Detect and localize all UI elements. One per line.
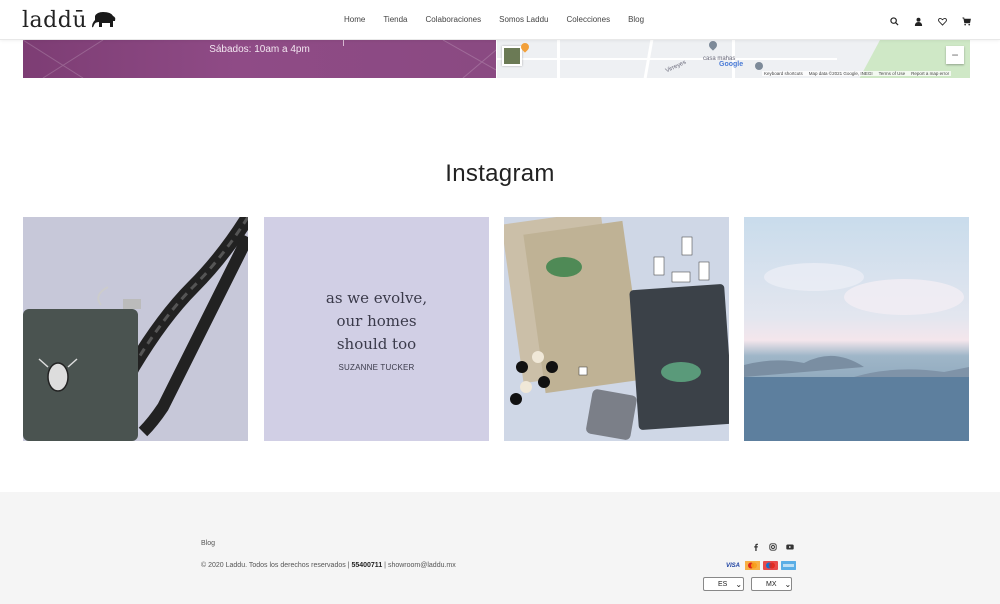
cart-icon[interactable] <box>962 13 972 26</box>
quote-line: as we evolve, <box>325 289 428 307</box>
separator: | <box>384 562 386 569</box>
nav-tienda[interactable]: Tienda <box>383 15 407 24</box>
currency-value: MX <box>766 580 777 588</box>
elephant-logo-icon <box>92 12 116 28</box>
mastercard-icon <box>745 561 760 570</box>
nav-blog[interactable]: Blog <box>628 15 644 24</box>
visa-icon: VISA <box>725 562 740 569</box>
locale-selectors: ES ⌄ MX ⌄ <box>703 577 792 591</box>
quote-author: SUZANNE TUCKER <box>338 363 415 372</box>
map-road <box>497 58 837 60</box>
logo[interactable]: laddū <box>22 7 117 33</box>
site-footer: Blog © 2020 Laddu. Todos los derechos re… <box>0 492 1000 604</box>
seascape-image <box>744 263 969 441</box>
footer-email[interactable]: showroom@laddu.mx <box>388 562 456 569</box>
map-keyboard-shortcuts-link[interactable]: Keyboard shortcuts <box>764 71 803 76</box>
instagram-post[interactable] <box>23 217 248 441</box>
facebook-icon[interactable] <box>752 538 760 551</box>
site-header: laddū Home Tienda Colaboraciones Somos L… <box>0 0 1000 40</box>
instagram-post[interactable]: as we evolve, our homes should too SUZAN… <box>264 217 489 441</box>
map-place-icon <box>707 40 719 51</box>
store-map[interactable]: casa mahas Virreyes Google − Keyboard sh… <box>497 40 970 78</box>
instagram-heading: Instagram <box>445 160 555 187</box>
map-credits: Keyboard shortcuts Map data ©2021 Google… <box>762 71 952 76</box>
instagram-post[interactable] <box>744 217 969 441</box>
chevron-down-icon: ⌄ <box>784 579 792 589</box>
language-value: ES <box>718 580 728 588</box>
nav-colecciones[interactable]: Colecciones <box>566 15 610 24</box>
currency-select[interactable]: MX ⌄ <box>751 577 792 591</box>
chevron-down-icon: ⌄ <box>735 579 743 589</box>
footer-blog-link[interactable]: Blog <box>201 540 215 547</box>
logo-text: laddū <box>22 7 87 33</box>
payment-methods: VISA <box>724 561 796 570</box>
youtube-icon[interactable] <box>786 538 794 550</box>
bag-with-strap-image <box>23 217 248 441</box>
google-logo: Google <box>719 61 744 68</box>
map-label: Virreyes <box>664 59 688 75</box>
nav-somos-laddu[interactable]: Somos Laddu <box>499 15 548 24</box>
maestro-icon <box>763 561 778 570</box>
copyright-text: © 2020 Laddu. Todos los derechos reserva… <box>201 562 350 569</box>
user-icon[interactable] <box>914 13 924 26</box>
map-zoom-out-button[interactable]: − <box>946 46 964 64</box>
store-hours-banner: Sábados: 10am a 4pm <box>23 40 496 78</box>
amex-icon <box>781 561 796 570</box>
map-place-icon <box>755 62 763 70</box>
map-report-error-link[interactable]: Report a map error <box>911 71 949 76</box>
footer-copyright: © 2020 Laddu. Todos los derechos reserva… <box>201 562 456 569</box>
map-data-text: Map data ©2021 Google, INEGI <box>808 71 873 76</box>
social-links <box>752 538 794 551</box>
map-terms-link[interactable]: Terms of Use <box>879 71 906 76</box>
nav-colaboraciones[interactable]: Colaboraciones <box>426 15 482 24</box>
language-select[interactable]: ES ⌄ <box>703 577 744 591</box>
map-satellite-toggle[interactable] <box>502 46 522 66</box>
quote-line: our homes <box>336 312 417 330</box>
quote-line: should too <box>336 335 417 353</box>
quote-text: as we evolve, our homes should too <box>264 287 489 356</box>
instagram-post[interactable] <box>504 217 729 441</box>
heart-icon[interactable] <box>938 13 948 26</box>
search-icon[interactable] <box>890 13 900 26</box>
main-nav: Home Tienda Colaboraciones Somos Laddu C… <box>344 15 644 24</box>
store-hours-text: Sábados: 10am a 4pm <box>209 44 310 55</box>
footer-phone[interactable]: 55400711 <box>351 562 382 569</box>
instagram-icon[interactable] <box>769 538 777 551</box>
nav-home[interactable]: Home <box>344 15 365 24</box>
game-cases-image <box>504 217 729 440</box>
header-icons <box>890 13 972 26</box>
